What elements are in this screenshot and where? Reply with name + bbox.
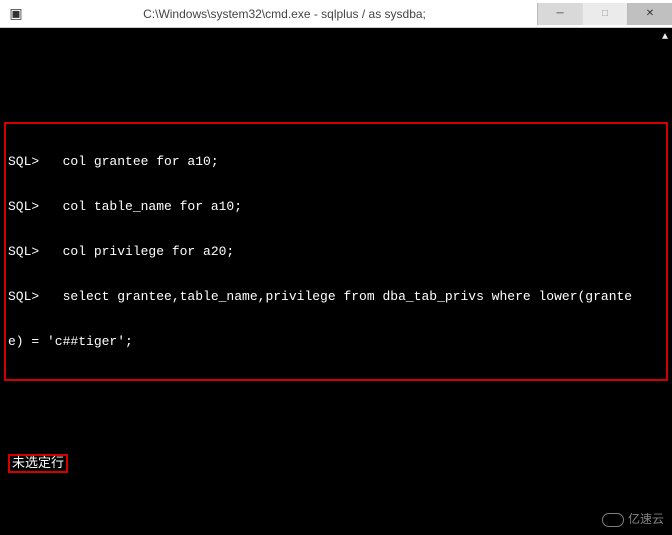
window-controls: ─ □ ✕ <box>537 3 672 25</box>
terminal-line: e) = 'c##tiger'; <box>8 334 664 349</box>
minimize-button[interactable]: ─ <box>537 3 582 25</box>
cmd-icon: ▣ <box>6 4 26 24</box>
terminal-line: SQL> col table_name for a10; <box>8 199 664 214</box>
cloud-icon <box>602 513 624 527</box>
window-title: C:\Windows\system32\cmd.exe - sqlplus / … <box>32 7 537 21</box>
close-button[interactable]: ✕ <box>627 3 672 25</box>
terminal-output: ▲ SQL> col grantee for a10; SQL> col tab… <box>0 28 672 535</box>
terminal-line: SQL> col privilege for a20; <box>8 244 664 259</box>
watermark-text: 亿速云 <box>628 512 664 527</box>
window-titlebar: ▣ C:\Windows\system32\cmd.exe - sqlplus … <box>0 0 672 28</box>
status-no-rows: 未选定行 <box>8 454 68 473</box>
maximize-button[interactable]: □ <box>582 3 627 25</box>
watermark: 亿速云 <box>602 512 664 527</box>
terminal-line: SQL> select grantee,table_name,privilege… <box>8 289 664 304</box>
terminal-line: SQL> col grantee for a10; <box>8 154 664 169</box>
scroll-up-icon[interactable]: ▲ <box>662 30 668 45</box>
highlight-block-1: SQL> col grantee for a10; SQL> col table… <box>4 122 668 381</box>
